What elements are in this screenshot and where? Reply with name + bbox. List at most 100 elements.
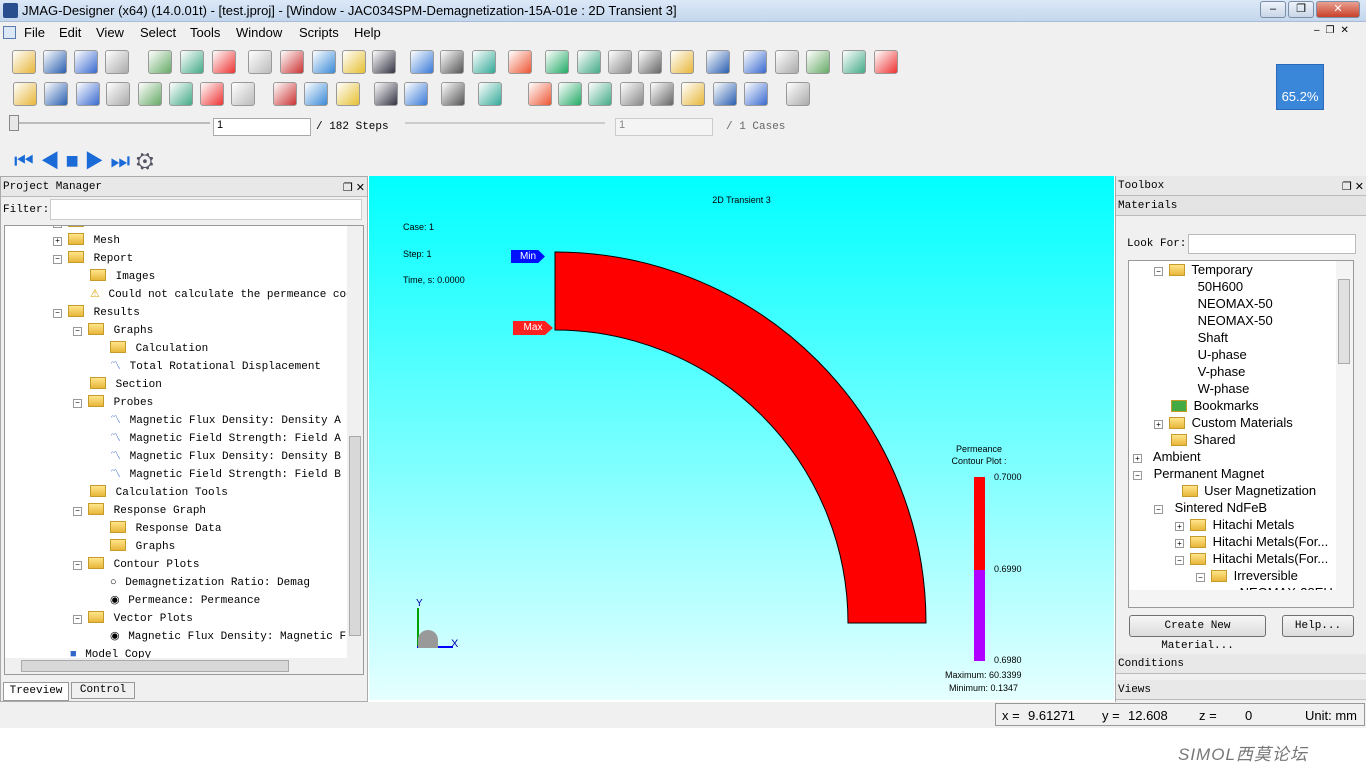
menu-scripts[interactable]: Scripts — [299, 25, 339, 40]
scrollbar-thumb[interactable] — [349, 436, 361, 636]
tree-item[interactable]: − Irreversible — [1196, 567, 1298, 585]
animation-settings-icon[interactable]: ⚙ — [136, 148, 160, 173]
toolbar2-icon-23[interactable] — [744, 82, 768, 106]
restore-button[interactable]: ❐ — [1288, 1, 1314, 18]
toolbar1-icon-20[interactable] — [638, 50, 662, 74]
look-for-input[interactable] — [1188, 234, 1356, 254]
toolbar2-icon-24[interactable] — [786, 82, 810, 106]
toolbar2-icon-3[interactable] — [76, 82, 100, 106]
tree-item[interactable]: 〽 Magnetic Field Strength: Field A — [93, 430, 341, 448]
toolbar1-icon-5[interactable] — [148, 50, 172, 74]
toolbar2-icon-2[interactable] — [44, 82, 68, 106]
tree-item[interactable]: U-phase — [1175, 346, 1247, 364]
tree-item[interactable]: 50H600 — [1175, 278, 1244, 296]
tree-item[interactable]: − Probes — [73, 394, 153, 412]
toolbar1-icon-9[interactable] — [280, 50, 304, 74]
collapse-icon[interactable]: − — [53, 309, 62, 318]
tree-item[interactable]: + Hitachi Metals(For... — [1175, 533, 1328, 551]
toolbar2-icon-14[interactable] — [441, 82, 465, 106]
horizontal-scrollbar[interactable] — [5, 658, 363, 674]
collapse-icon[interactable]: − — [1196, 573, 1205, 582]
tree-item[interactable]: − Hitachi Metals(For... — [1175, 550, 1328, 568]
vertical-scrollbar[interactable] — [1336, 261, 1353, 591]
tree-item[interactable]: − Graphs — [73, 322, 153, 340]
menu-tools[interactable]: Tools — [190, 25, 220, 40]
toolbar2-icon-6[interactable] — [169, 82, 193, 106]
tree-item[interactable]: − Report — [53, 250, 133, 268]
toolbar1-icon-18[interactable] — [577, 50, 601, 74]
toolbar2-icon-20[interactable] — [650, 82, 674, 106]
toolbar1-icon-23[interactable] — [743, 50, 767, 74]
collapse-icon[interactable]: − — [1154, 505, 1163, 514]
stop-icon[interactable]: ■ — [65, 148, 84, 173]
tree-item[interactable]: + Circuit — [53, 226, 140, 232]
toolbar1-icon-16[interactable] — [508, 50, 532, 74]
toolbar1-icon-19[interactable] — [608, 50, 632, 74]
tree-item[interactable]: − Contour Plots — [73, 556, 199, 574]
tree-item[interactable]: Bookmarks — [1154, 397, 1259, 415]
tree-item[interactable]: + Hitachi Metals — [1175, 516, 1294, 534]
toolbar1-icon-2[interactable] — [43, 50, 67, 74]
filter-input[interactable] — [50, 199, 362, 220]
collapse-icon[interactable]: − — [73, 561, 82, 570]
previous-icon[interactable]: ◀ — [40, 148, 66, 173]
tree-item[interactable]: Shaft — [1175, 329, 1228, 347]
collapse-icon[interactable]: − — [73, 399, 82, 408]
toolbar2-icon-10[interactable] — [304, 82, 328, 106]
h-scrollbar-thumb[interactable] — [21, 660, 289, 672]
tree-item[interactable]: Section — [73, 376, 162, 394]
toolbar1-icon-25[interactable] — [806, 50, 830, 74]
last-step-icon[interactable]: ⏭ — [110, 148, 136, 173]
collapse-icon[interactable]: − — [53, 255, 62, 264]
toolbar1-icon-4[interactable] — [105, 50, 129, 74]
expand-icon[interactable]: + — [1175, 539, 1184, 548]
views-section[interactable]: Views — [1116, 680, 1366, 700]
menu-help[interactable]: Help — [354, 25, 381, 40]
toolbar2-icon-17[interactable] — [558, 82, 582, 106]
panel-float-close-icons[interactable]: ❐ ✕ — [343, 181, 365, 194]
tree-item[interactable]: Response Data — [93, 520, 221, 538]
toolbar1-icon-15[interactable] — [472, 50, 496, 74]
tree-item[interactable]: Calculation — [93, 340, 208, 358]
tree-item[interactable]: Shared — [1154, 431, 1236, 449]
panel-float-close-icons[interactable]: ❐ ✕ — [1342, 180, 1364, 193]
menu-file[interactable]: File — [24, 25, 45, 40]
toolbar1-icon-26[interactable] — [842, 50, 866, 74]
tree-item[interactable]: − Sintered NdFeB — [1154, 499, 1267, 517]
play-icon[interactable]: ▶ — [85, 148, 111, 173]
toolbar1-icon-13[interactable] — [410, 50, 434, 74]
toolbar2-icon-21[interactable] — [681, 82, 705, 106]
step-slider[interactable] — [10, 122, 210, 124]
tab-control[interactable]: Control — [71, 682, 135, 699]
tree-item[interactable]: − Results — [53, 304, 140, 322]
collapse-icon[interactable]: − — [73, 615, 82, 624]
tree-item[interactable]: + Mesh — [53, 232, 120, 250]
tree-item[interactable]: − Response Graph — [73, 502, 206, 520]
step-input[interactable]: 1 — [213, 118, 311, 136]
toolbar2-icon-4[interactable] — [106, 82, 130, 106]
tree-item[interactable]: Images — [73, 268, 155, 286]
first-step-icon[interactable]: ⏮ — [14, 148, 40, 173]
toolbar1-icon-17[interactable] — [545, 50, 569, 74]
menu-edit[interactable]: Edit — [59, 25, 81, 40]
tree-item[interactable]: W-phase — [1175, 380, 1250, 398]
toolbar2-icon-19[interactable] — [620, 82, 644, 106]
tree-item[interactable]: − Temporary — [1154, 261, 1253, 279]
toolbar1-icon-3[interactable] — [74, 50, 98, 74]
tree-item[interactable]: ⚠ Could not calculate the permeance coef… — [73, 286, 363, 304]
tree-item[interactable]: − Vector Plots — [73, 610, 193, 628]
toolbar2-icon-18[interactable] — [588, 82, 612, 106]
tree-item[interactable]: ◉ Magnetic Flux Density: Magnetic Flux — [93, 628, 363, 646]
menu-view[interactable]: View — [96, 25, 124, 40]
menu-window[interactable]: Window — [236, 25, 282, 40]
tree-item[interactable]: − Permanent Magnet — [1133, 465, 1264, 483]
materials-section[interactable]: Materials — [1116, 196, 1366, 216]
toolbar1-icon-7[interactable] — [212, 50, 236, 74]
tree-item[interactable]: 〽 Magnetic Flux Density: Density A — [93, 412, 341, 430]
tree-item[interactable]: ○ Demagnetization Ratio: Demag — [93, 574, 310, 592]
toolbar2-icon-7[interactable] — [200, 82, 224, 106]
collapse-icon[interactable]: − — [73, 327, 82, 336]
toolbar1-icon-12[interactable] — [372, 50, 396, 74]
minimize-button[interactable]: – — [1260, 1, 1286, 18]
toolbar1-icon-6[interactable] — [180, 50, 204, 74]
